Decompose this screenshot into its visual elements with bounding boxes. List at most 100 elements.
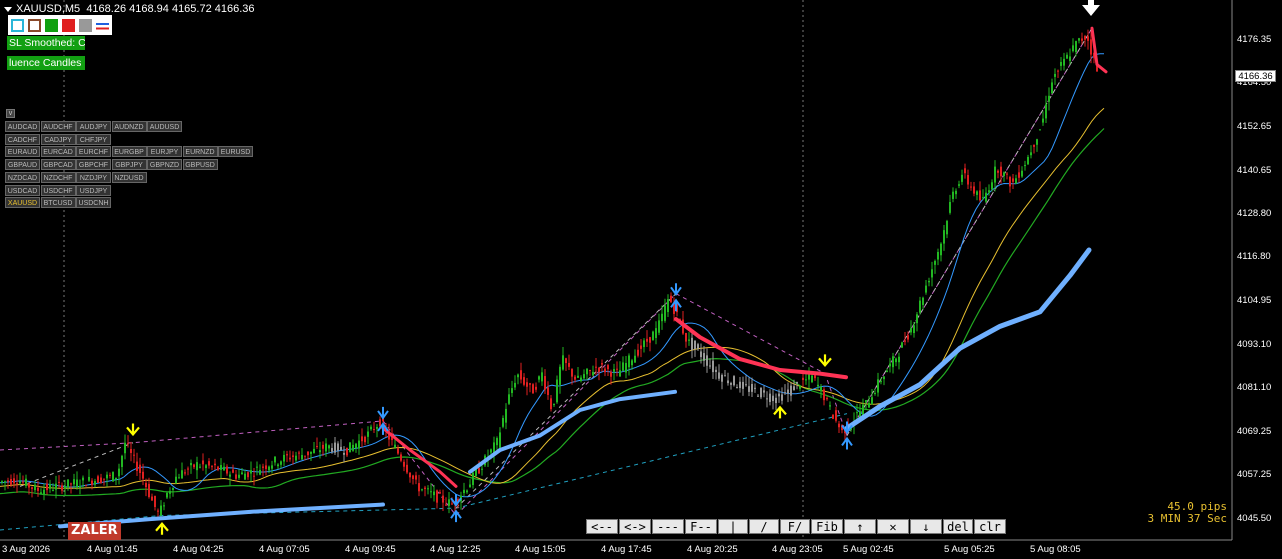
candle-body <box>466 490 468 493</box>
symbol-button-audchf[interactable]: AUDCHF <box>40 121 76 132</box>
candle-body <box>565 358 567 364</box>
symbol-button-audcad[interactable]: AUDCAD <box>5 121 40 132</box>
candle-body <box>598 367 600 372</box>
candle-body <box>208 461 210 466</box>
candle-body <box>154 495 156 507</box>
candle-body <box>706 355 708 366</box>
candle-body <box>733 376 735 386</box>
symbol-button-usdcad[interactable]: USDCAD <box>5 184 40 196</box>
toolbar-button-2[interactable]: --- <box>652 519 684 534</box>
candle-body <box>418 483 420 492</box>
candle-body <box>826 398 828 400</box>
candle-body <box>1072 45 1074 52</box>
candle-body <box>346 447 348 456</box>
symbol-button-gbpjpy[interactable]: GBPJPY <box>111 159 147 171</box>
candle-body <box>421 489 423 491</box>
price-tick-label: 4152.65 <box>1237 121 1272 132</box>
candle-body <box>211 466 213 468</box>
candle-body <box>736 387 738 389</box>
red-swatch[interactable] <box>62 18 75 32</box>
symbol-button-usdchf[interactable]: USDCHF <box>40 184 76 196</box>
dropdown-arrow-icon[interactable] <box>4 6 12 12</box>
symbol-button-eurcad[interactable]: EURCAD <box>40 146 76 158</box>
candle-body <box>274 456 276 463</box>
candle-body <box>1087 36 1089 41</box>
candle-body <box>817 384 819 387</box>
toolbar-button-11[interactable]: del <box>943 519 973 534</box>
buy-signal-arrow-icon <box>155 522 169 535</box>
symbol-button-gbpnzd[interactable]: GBPNZD <box>147 159 182 171</box>
symbol-button-nzdchf[interactable]: NZDCHF <box>40 171 76 183</box>
brown-swatch[interactable] <box>28 18 41 32</box>
symbol-button-nzdcad[interactable]: NZDCAD <box>5 171 40 183</box>
indicator-label-confluence[interactable]: luence Candles <box>7 56 85 70</box>
candle-body <box>550 398 552 410</box>
symbol-button-gbpusd[interactable]: GBPUSD <box>182 159 218 171</box>
cyan-swatch[interactable] <box>11 18 24 32</box>
gray-swatch[interactable] <box>79 18 92 32</box>
candle-body <box>268 466 270 471</box>
symbol-button-euraud[interactable]: EURAUD <box>5 146 40 158</box>
symbol-button-cadchf[interactable]: CADCHF <box>5 133 40 145</box>
blue-red-swatch[interactable] <box>96 18 109 32</box>
symbol-button-chfjpy[interactable]: CHFJPY <box>76 133 111 145</box>
candle-body <box>364 436 366 443</box>
candle-body <box>136 461 138 471</box>
candle-body <box>625 362 627 373</box>
toolbar-button-5[interactable]: / <box>749 519 779 534</box>
toolbar-button-8[interactable]: ↑ <box>844 519 876 534</box>
candle-body <box>415 475 417 480</box>
symbol-button-audnzd[interactable]: AUDNZD <box>111 121 147 132</box>
toolbar-button-3[interactable]: F-- <box>685 519 717 534</box>
symbol-label: XAUUSD,M5 <box>16 3 81 15</box>
sell-signal-arrow-icon <box>1082 5 1100 16</box>
symbol-button-usdjpy[interactable]: USDJPY <box>76 184 111 196</box>
candle-body <box>964 168 966 174</box>
toolbar-button-0[interactable]: <-- <box>586 519 618 534</box>
symbol-panel-collapse-button[interactable]: v <box>6 109 15 118</box>
symbol-button-xauusd[interactable]: XAUUSD <box>5 197 40 209</box>
symbol-button-eurusd[interactable]: EURUSD <box>218 146 253 158</box>
candle-body <box>610 372 612 377</box>
symbol-button-audusd[interactable]: AUDUSD <box>147 121 182 132</box>
candle-body <box>397 448 399 454</box>
toolbar-button-7[interactable]: Fib <box>811 519 843 534</box>
indicator-label-ssl[interactable]: SL Smoothed: C <box>7 36 85 50</box>
symbol-button-gbpcad[interactable]: GBPCAD <box>40 159 76 171</box>
symbol-button-eurnzd[interactable]: EURNZD <box>182 146 218 158</box>
candle-body <box>514 382 516 388</box>
symbol-button-btcusd[interactable]: BTCUSD <box>40 197 76 209</box>
price-chart[interactable] <box>0 0 1282 559</box>
symbol-button-gbpchf[interactable]: GBPCHF <box>76 159 111 171</box>
symbol-button-audjpy[interactable]: AUDJPY <box>76 121 111 132</box>
symbol-button-eurgbp[interactable]: EURGBP <box>111 146 147 158</box>
symbol-button-nzdjpy[interactable]: NZDJPY <box>76 171 111 183</box>
toolbar-button-12[interactable]: clr <box>974 519 1006 534</box>
toolbar-button-9[interactable]: ✕ <box>877 519 909 534</box>
candle-body <box>688 339 690 341</box>
price-tick-label: 4093.10 <box>1237 339 1272 350</box>
symbol-button-eurchf[interactable]: EURCHF <box>76 146 111 158</box>
candle-body <box>313 448 315 453</box>
candle-body <box>703 353 705 361</box>
candle-body <box>79 485 81 488</box>
candle-body <box>1036 139 1038 145</box>
candle-body <box>979 190 981 201</box>
price-tick-label: 4128.80 <box>1237 208 1272 219</box>
candle-body <box>472 472 474 485</box>
candle-body <box>289 457 291 460</box>
candle-body <box>490 449 492 453</box>
symbol-button-nzdusd[interactable]: NZDUSD <box>111 171 147 183</box>
toolbar-button-1[interactable]: <-> <box>619 519 651 534</box>
toolbar-button-10[interactable]: ↓ <box>910 519 942 534</box>
toolbar-button-4[interactable]: | <box>718 519 748 534</box>
symbol-button-cadjpy[interactable]: CADJPY <box>40 133 76 145</box>
candle-body <box>802 377 804 380</box>
candle-body <box>892 356 894 368</box>
symbol-button-usdcnh[interactable]: USDCNH <box>76 197 111 209</box>
toolbar-button-6[interactable]: F/ <box>780 519 810 534</box>
green-swatch[interactable] <box>45 18 58 32</box>
symbol-button-gbpaud[interactable]: GBPAUD <box>5 159 40 171</box>
symbol-button-eurjpy[interactable]: EURJPY <box>147 146 182 158</box>
candle-body <box>127 443 129 445</box>
